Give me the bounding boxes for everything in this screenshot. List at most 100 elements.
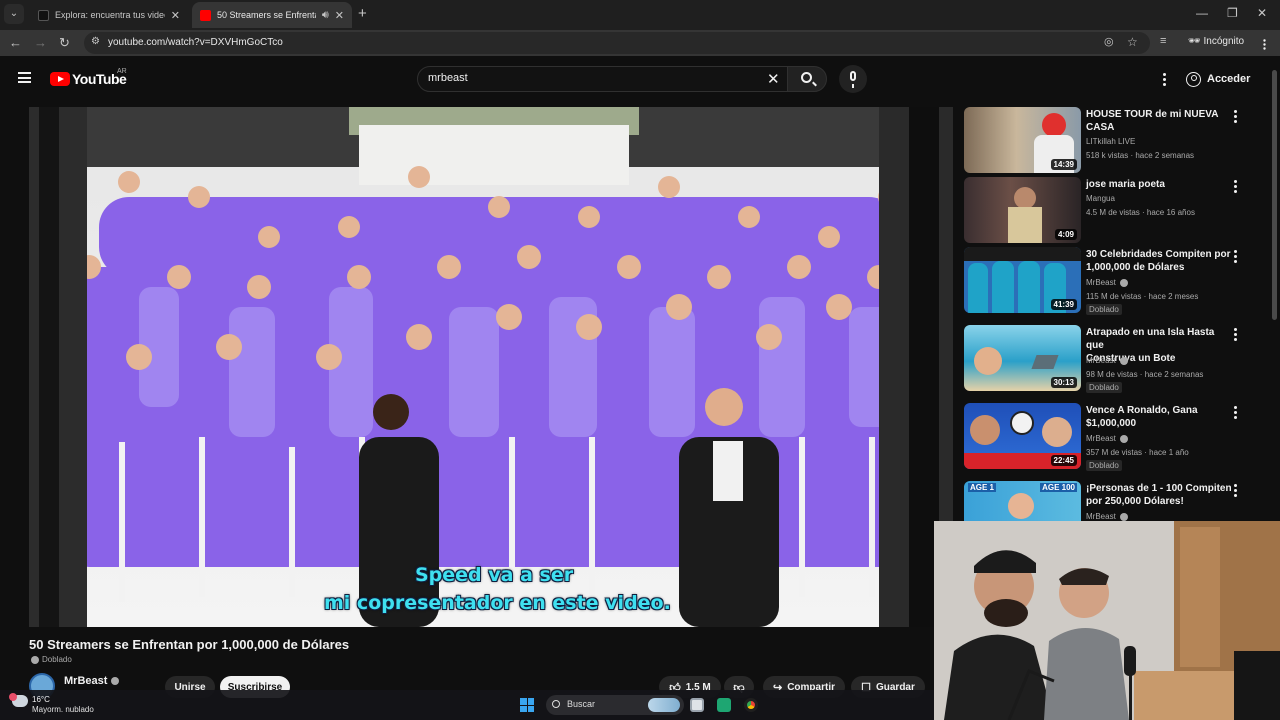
recommendation-title[interactable]: jose maria poeta — [1086, 178, 1234, 191]
dubbed-badge: Doblado — [1086, 382, 1122, 393]
subtitle-line: Speed va a ser — [415, 564, 574, 586]
more-vert-icon[interactable] — [1234, 406, 1237, 419]
more-vert-icon[interactable] — [1234, 328, 1237, 341]
search-highlight-icon — [648, 698, 680, 712]
video-thumbnail[interactable]: 4:09 — [964, 177, 1081, 243]
thumb-caption: AGE 1 — [968, 483, 997, 492]
recommendation-item[interactable]: 4:09 jose maria poeta Mangua 4.5 M de vi… — [964, 177, 1260, 243]
video-thumbnail[interactable]: 22:45 — [964, 403, 1081, 469]
webcam-feed — [934, 521, 1280, 720]
tab-search-icon[interactable]: ⌄ — [4, 4, 24, 24]
page-scrollbar[interactable] — [1272, 70, 1277, 320]
task-view-icon[interactable] — [690, 698, 704, 712]
video-thumbnail[interactable]: 14:39 — [964, 107, 1081, 173]
recommendation-item[interactable]: 22:45 Vence A Ronaldo, Gana $1,000,000 Mr… — [964, 403, 1260, 471]
menu-icon[interactable] — [18, 72, 31, 83]
site-info-icon[interactable]: ⚙ — [91, 36, 100, 47]
video-thumbnail[interactable]: 30:13 — [964, 325, 1081, 391]
dubbed-badge: Doblado — [1086, 304, 1122, 315]
dubbed-badge: Doblado — [31, 655, 72, 664]
recommendation-title[interactable]: ¡Personas de 1 - 100 Compiten por 250,000… — [1086, 482, 1234, 508]
verified-icon — [1119, 356, 1128, 365]
title-line: HOUSE TOUR de mi NUEVA — [1086, 109, 1219, 120]
verified-icon — [1119, 278, 1128, 287]
recommendation-item[interactable]: 14:39 HOUSE TOUR de mi NUEVA CASA LITkill… — [964, 107, 1260, 173]
more-vert-icon[interactable] — [1234, 484, 1237, 497]
channel-text: MrBeast — [1086, 512, 1116, 521]
tab-explora[interactable]: Explora: encuentra tus videos favo ✕ — [30, 2, 188, 28]
eye-off-icon[interactable]: ◎ — [1104, 35, 1114, 48]
minimize-window-button[interactable]: — — [1196, 6, 1208, 20]
clear-search-icon[interactable]: ✕ — [767, 70, 780, 88]
verified-icon — [111, 677, 120, 686]
recommendation-item[interactable]: AGE 1 AGE 100 ¡Personas de 1 - 100 Compi… — [964, 481, 1260, 521]
recommendation-channel[interactable]: LITkillah LIVE — [1086, 137, 1135, 146]
temperature[interactable]: 16°C — [32, 695, 50, 704]
weather-description[interactable]: Mayorm. nublado — [32, 705, 94, 714]
new-tab-button[interactable]: + — [358, 5, 367, 22]
recommendation-channel[interactable]: MrBeast — [1086, 278, 1128, 287]
chrome-app-icon[interactable] — [744, 698, 758, 712]
recommendation-meta: 115 M de vistas · hace 2 meses — [1086, 292, 1199, 301]
subtitle-line: mi copresentador en este video. — [324, 592, 671, 614]
channel-text: MrBeast — [1086, 434, 1116, 443]
video-player[interactable]: Speed va a ser mi copresentador en este … — [29, 107, 953, 627]
more-vert-icon[interactable] — [1234, 180, 1237, 193]
recommendation-title[interactable]: 30 Celebridades Compiten por 1,000,000 de… — [1086, 248, 1234, 274]
store-app-icon[interactable] — [717, 698, 731, 712]
channel-name-text: MrBeast — [64, 675, 108, 687]
title-line: jose maria poeta — [1086, 179, 1165, 190]
close-tab-icon[interactable]: ✕ — [171, 9, 180, 22]
reload-icon[interactable]: ↻ — [59, 35, 70, 51]
tab-youtube-video[interactable]: 50 Streamers se Enfrentan por 🔊︎ ✕ — [192, 2, 352, 28]
video-thumbnail[interactable]: 41:39 — [964, 247, 1081, 313]
recommendation-channel[interactable]: MrBeast — [1086, 512, 1128, 521]
close-window-button[interactable]: ✕ — [1257, 6, 1267, 20]
title-line: Atrapado en una Isla Hasta que — [1086, 327, 1215, 351]
video-duration: 41:39 — [1050, 299, 1077, 310]
dubbed-badge: Doblado — [1086, 460, 1122, 471]
windows-start-icon[interactable] — [520, 698, 534, 712]
more-vert-icon[interactable] — [1163, 73, 1166, 86]
incognito-label: Incógnito — [1203, 36, 1245, 47]
recommendation-channel[interactable]: MrBeast — [1086, 356, 1128, 365]
more-vert-icon[interactable] — [1234, 250, 1237, 263]
recommendation-item[interactable]: 30:13 Atrapado en una Isla Hasta que Cons… — [964, 325, 1260, 393]
sign-in-button[interactable]: Acceder — [1186, 69, 1250, 89]
voice-search-button[interactable] — [839, 65, 867, 93]
search-input[interactable] — [428, 72, 748, 84]
taskbar-search[interactable]: Buscar — [546, 695, 684, 715]
weather-cloud-icon[interactable] — [9, 693, 28, 707]
channel-name[interactable]: MrBeast — [64, 675, 120, 687]
taskbar-search-label: Buscar — [567, 699, 596, 709]
search-icon — [801, 72, 812, 83]
title-line: 30 Celebridades Compiten por — [1086, 249, 1231, 260]
recommendation-title[interactable]: Vence A Ronaldo, Gana $1,000,000 — [1086, 404, 1234, 430]
address-bar[interactable]: ⚙ youtube.com/watch?v=DXVHmGoCTco ◎ ☆ — [84, 32, 1150, 54]
browser-menu-icon[interactable] — [1263, 39, 1266, 50]
recommendation-title[interactable]: HOUSE TOUR de mi NUEVA CASA — [1086, 108, 1234, 134]
title-line: Vence A Ronaldo, Gana — [1086, 405, 1198, 416]
country-code: AR — [117, 68, 127, 75]
recommendation-meta: 4.5 M de vistas · hace 16 años — [1086, 208, 1195, 217]
recommendation-channel[interactable]: MrBeast — [1086, 434, 1128, 443]
more-vert-icon[interactable] — [1234, 110, 1237, 123]
recommendation-meta: 98 M de vistas · hace 2 semanas — [1086, 370, 1204, 379]
back-icon[interactable]: ← — [9, 35, 22, 50]
youtube-favicon-icon — [200, 9, 211, 21]
recommendation-item[interactable]: 41:39 30 Celebridades Compiten por 1,000,… — [964, 247, 1260, 315]
incognito-indicator[interactable]: 🕶︎ Incógnito — [1188, 36, 1244, 47]
forward-icon[interactable]: → — [34, 35, 47, 50]
audio-playing-icon[interactable]: 🔊︎ — [322, 9, 329, 22]
video-duration: 14:39 — [1050, 159, 1077, 170]
recommendation-channel[interactable]: Mangua — [1086, 194, 1115, 203]
restore-window-button[interactable]: ❐ — [1227, 6, 1238, 20]
close-tab-icon[interactable]: ✕ — [335, 9, 344, 22]
windows-taskbar: 16°C Mayorm. nublado Buscar — [0, 690, 934, 720]
streamer-webcam-overlay — [934, 521, 1280, 720]
youtube-logo-icon[interactable] — [50, 72, 70, 86]
search-button[interactable] — [787, 66, 827, 92]
media-controls-icon[interactable]: ≡ — [1160, 35, 1166, 47]
bookmark-star-icon[interactable]: ☆ — [1127, 35, 1138, 49]
video-thumbnail[interactable]: AGE 1 AGE 100 — [964, 481, 1081, 521]
